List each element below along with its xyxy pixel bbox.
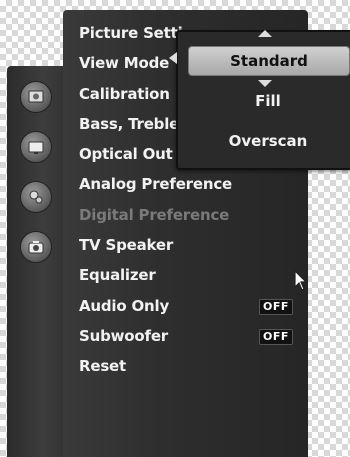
left-arrow-icon <box>169 52 177 64</box>
menu-item-subwoofer[interactable]: Subwoofer OFF <box>79 321 299 351</box>
settings-icon[interactable] <box>20 181 52 213</box>
menu-item-digital-preference: Digital Preference <box>79 200 299 230</box>
menu-item-reset[interactable]: Reset <box>79 351 299 381</box>
menu-item-tv-speaker[interactable]: TV Speaker <box>79 230 299 260</box>
menu-item-label: Reset <box>79 357 126 376</box>
menu-item-label: Digital Preference <box>79 205 230 224</box>
view-mode-option-standard[interactable]: Standard <box>188 46 350 76</box>
view-mode-popup: Standard Fill Overscan <box>169 30 350 170</box>
menu-item-label: Bass, Treble <box>79 114 180 133</box>
menu-item-label: Optical Out <box>79 145 173 164</box>
menu-item-label: TV Speaker <box>79 236 174 255</box>
menu-item-analog-preference[interactable]: Analog Preference <box>79 169 299 199</box>
menu-item-label: Audio Only <box>79 296 170 315</box>
menu-item-label: Equalizer <box>79 266 156 285</box>
up-arrow-icon[interactable] <box>258 30 272 37</box>
menu-item-audio-only[interactable]: Audio Only OFF <box>79 291 299 321</box>
picture-icon[interactable] <box>20 81 52 113</box>
view-mode-option-overscan[interactable]: Overscan <box>188 127 348 155</box>
off-badge: OFF <box>259 328 293 345</box>
mouse-cursor-icon <box>294 270 308 291</box>
menu-item-equalizer[interactable]: Equalizer <box>79 260 299 290</box>
camera-icon[interactable] <box>20 231 52 263</box>
off-badge: OFF <box>259 298 293 315</box>
menu-item-label: Picture Setti <box>79 24 183 42</box>
menu-item-label: Calibration <box>79 84 170 103</box>
down-arrow-icon[interactable] <box>258 80 272 87</box>
menu-item-label: Analog Preference <box>79 175 232 194</box>
menu-item-label: View Mode <box>79 54 170 73</box>
tv-icon[interactable] <box>20 131 52 163</box>
view-mode-option-fill[interactable]: Fill <box>188 87 348 115</box>
menu-item-label: Subwoofer <box>79 326 168 345</box>
category-sidebar <box>7 66 67 457</box>
